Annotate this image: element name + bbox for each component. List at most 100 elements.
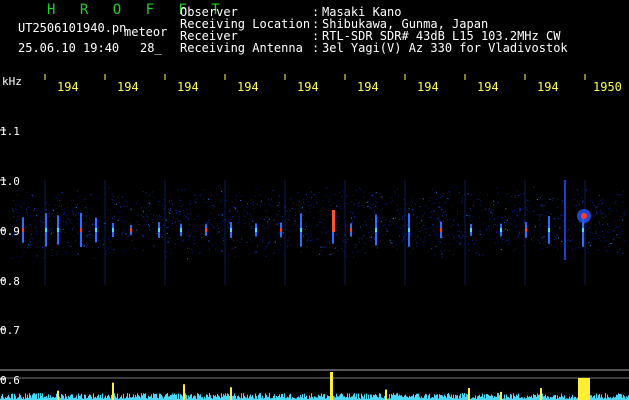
noise-pixel <box>254 195 256 197</box>
noise-pixel <box>111 217 113 219</box>
noise-pixel <box>36 234 38 236</box>
noise-pixel <box>383 202 385 204</box>
noise-pixel <box>623 214 625 216</box>
noise-pixel <box>357 250 359 252</box>
meteor-echo-core <box>525 228 527 232</box>
noise-pixel <box>352 220 354 222</box>
activity-bar <box>14 393 15 400</box>
y-tick-label: 0.8 <box>0 275 20 288</box>
activity-bar <box>165 394 166 400</box>
activity-bar <box>204 396 205 400</box>
noise-pixel <box>441 238 442 240</box>
activity-bar <box>537 393 538 400</box>
activity-bar <box>139 396 140 400</box>
activity-bar <box>241 393 242 400</box>
noise-pixel <box>612 202 614 204</box>
noise-pixel <box>344 227 346 229</box>
noise-pixel <box>238 191 240 193</box>
activity-bar <box>176 394 177 400</box>
activity-bar <box>605 393 606 400</box>
noise-pixel <box>568 220 570 222</box>
activity-bar <box>109 396 110 400</box>
noise-pixel <box>554 239 556 241</box>
noise-pixel <box>265 210 267 212</box>
noise-pixel <box>277 232 279 234</box>
noise-pixel <box>92 235 94 237</box>
noise-pixel <box>370 195 372 197</box>
activity-bar <box>210 395 211 400</box>
noise-pixel <box>421 227 423 229</box>
noise-pixel <box>115 233 117 235</box>
activity-bar <box>569 396 570 400</box>
noise-pixel <box>486 228 487 230</box>
noise-pixel <box>142 210 144 212</box>
noise-pixel <box>321 231 323 233</box>
meteor-echo-core <box>112 228 114 232</box>
noise-pixel <box>70 245 72 247</box>
noise-pixel <box>480 200 482 202</box>
noise-pixel <box>271 198 272 200</box>
noise-pixel <box>500 237 502 239</box>
noise-pixel <box>614 237 616 239</box>
noise-pixel <box>262 241 264 242</box>
noise-pixel <box>194 200 196 202</box>
x-tick-label: 1950 <box>593 80 622 94</box>
noise-pixel <box>420 230 422 232</box>
noise-pixel <box>268 198 270 200</box>
observation-datetime: 25.06.10 19:40 <box>18 41 120 55</box>
noise-pixel <box>434 229 436 231</box>
y-tick-label: 0.9 <box>0 225 20 238</box>
noise-pixel <box>105 253 107 255</box>
noise-pixel <box>327 230 329 232</box>
noise-pixel <box>358 241 360 243</box>
noise-pixel <box>331 254 333 256</box>
noise-pixel <box>307 205 309 207</box>
noise-pixel <box>543 225 545 227</box>
noise-pixel <box>516 214 518 216</box>
activity-bar <box>562 396 563 400</box>
noise-pixel <box>561 203 563 205</box>
activity-bar <box>481 396 482 400</box>
noise-pixel <box>148 205 150 207</box>
activity-bar <box>441 395 442 400</box>
noise-pixel <box>423 240 425 242</box>
noise-pixel <box>539 233 541 235</box>
noise-pixel <box>588 227 590 229</box>
noise-pixel <box>524 208 526 210</box>
activity-bar <box>89 394 90 400</box>
noise-pixel <box>102 238 104 240</box>
noise-pixel <box>543 243 544 245</box>
noise-pixel <box>58 205 60 207</box>
noise-pixel <box>550 244 552 245</box>
activity-bar <box>168 396 169 400</box>
noise-pixel <box>493 209 495 211</box>
noise-pixel <box>180 205 182 207</box>
noise-pixel <box>468 223 470 225</box>
activity-bar <box>282 394 283 400</box>
noise-pixel <box>77 223 79 225</box>
noise-pixel <box>407 246 409 248</box>
noise-pixel <box>67 242 69 244</box>
activity-bar <box>555 394 556 400</box>
noise-pixel <box>371 208 372 210</box>
noise-pixel <box>476 198 478 200</box>
noise-pixel <box>56 197 58 199</box>
noise-pixel <box>479 230 481 232</box>
noise-pixel <box>62 246 64 248</box>
noise-pixel <box>605 215 607 217</box>
activity-bar <box>281 394 282 400</box>
noise-pixel <box>223 218 225 220</box>
meteor-echo-core <box>440 228 442 232</box>
noise-pixel <box>444 243 446 245</box>
noise-pixel <box>523 221 525 223</box>
noise-pixel <box>337 250 339 252</box>
noise-pixel <box>143 235 145 237</box>
noise-pixel <box>177 211 179 213</box>
activity-bar <box>8 394 9 400</box>
noise-pixel <box>532 240 534 242</box>
noise-pixel <box>163 230 165 232</box>
noise-pixel <box>540 214 542 216</box>
activity-bar <box>237 396 238 400</box>
noise-pixel <box>539 241 541 243</box>
noise-pixel <box>343 240 345 242</box>
